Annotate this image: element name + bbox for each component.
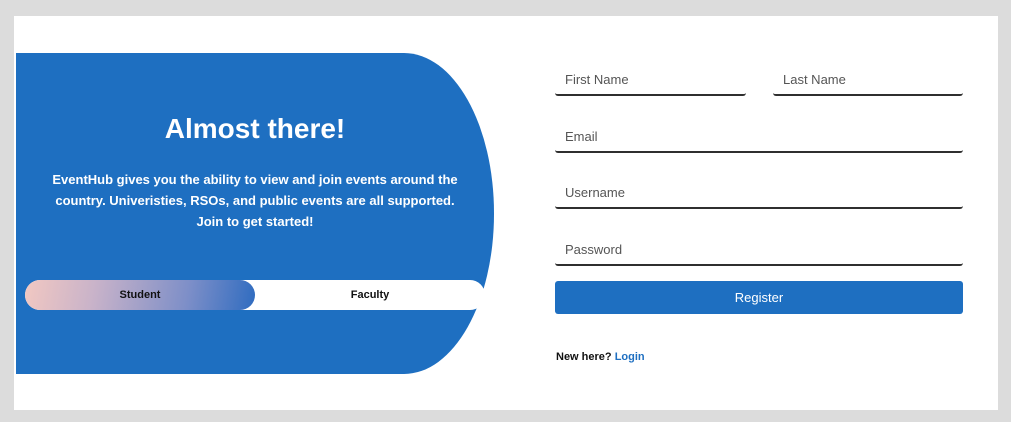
register-button[interactable]: Register: [555, 281, 963, 314]
role-toggle: Student Faculty: [25, 280, 485, 310]
hero-title: Almost there!: [164, 113, 346, 144]
username-input[interactable]: [555, 177, 963, 209]
role-faculty-option[interactable]: Faculty: [255, 280, 485, 310]
first-name-input[interactable]: [555, 64, 746, 96]
password-input[interactable]: [555, 234, 963, 266]
last-name-input[interactable]: [773, 64, 963, 96]
email-input[interactable]: [555, 121, 963, 153]
login-link[interactable]: Login: [615, 351, 645, 363]
login-prompt: New here? Login: [556, 351, 645, 363]
login-prompt-text: New here?: [556, 351, 612, 363]
role-student-option[interactable]: Student: [25, 280, 255, 310]
hero-panel: Almost there! EventHub gives you the abi…: [16, 53, 494, 374]
hero-description: EventHub gives you the ability to view a…: [52, 172, 458, 229]
